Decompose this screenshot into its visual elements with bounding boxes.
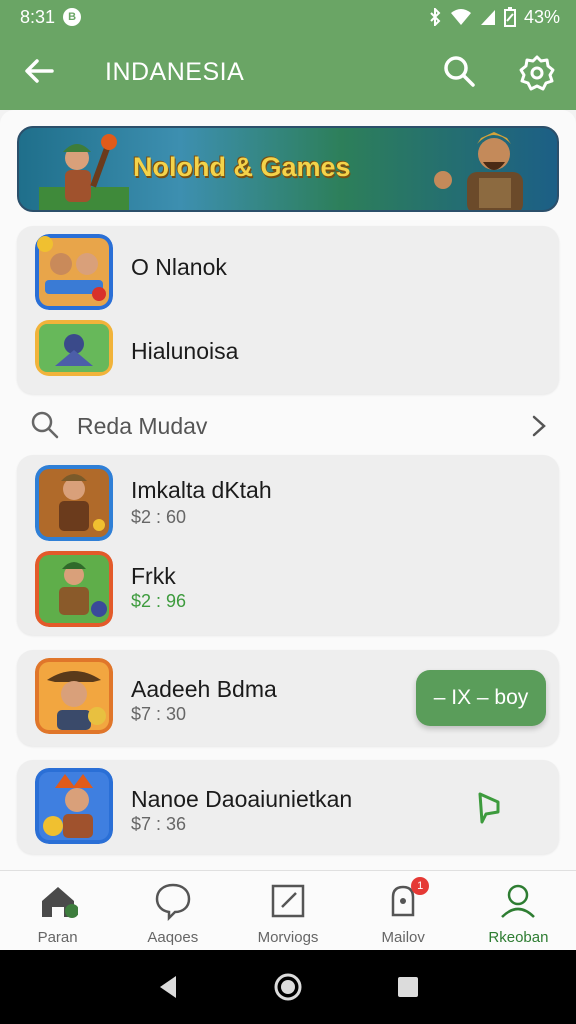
- game-title: Aadeeh Bdma: [131, 676, 277, 702]
- back-nav-icon[interactable]: [156, 974, 180, 1000]
- notification-icon: 1: [383, 877, 430, 921]
- list-item[interactable]: Imkalta dKtah $2 : 60: [17, 463, 559, 543]
- promo-banner[interactable]: Nolohd & Games: [17, 126, 559, 212]
- nav-label: Morviogs: [257, 929, 319, 946]
- nav-label: Paran: [37, 929, 78, 946]
- status-time: 8:31: [20, 6, 56, 27]
- game-price: $7 : 30: [131, 704, 187, 724]
- chat-icon[interactable]: [472, 790, 508, 826]
- game-title: Hialunoisa: [131, 338, 239, 364]
- nav-item-home[interactable]: Paran: [0, 871, 115, 950]
- section-header[interactable]: Reda Mudav: [0, 400, 576, 448]
- nav-label: Aaqoes: [147, 929, 199, 946]
- list-item[interactable]: Frkk $2 : 96: [17, 549, 559, 629]
- system-nav-bar: [0, 950, 576, 1024]
- settings-button[interactable]: [518, 54, 556, 92]
- games-card: Imkalta dKtah $2 : 60 Frkk $2 : 96: [17, 455, 559, 635]
- toolbar: INDANESIA: [0, 44, 576, 100]
- game-thumbnail: [35, 465, 113, 541]
- search-button[interactable]: [442, 54, 476, 88]
- nav-item-edit[interactable]: Morviogs: [230, 871, 345, 950]
- battery-icon: [503, 7, 516, 27]
- signal-icon: [480, 10, 495, 25]
- game-thumbnail: [35, 768, 113, 844]
- bluetooth-icon: [430, 8, 441, 26]
- featured-games-card: O Nlanok Hialunoisa: [17, 226, 559, 394]
- game-thumbnail: [35, 658, 113, 734]
- game-title: Nanoe Daoaiunietkan: [131, 786, 353, 812]
- battery-text: 43%: [523, 6, 560, 27]
- app-bar: 8:31 B 43% INDANESIA: [0, 0, 576, 110]
- game-price: $7 : 36: [131, 814, 187, 834]
- game-title: Frkk: [131, 563, 176, 589]
- search-icon: [31, 411, 59, 439]
- home-nav-icon[interactable]: [273, 972, 303, 1002]
- banner-hero-left-image: [39, 134, 129, 210]
- nav-label: Rkeoban: [488, 929, 549, 946]
- game-thumbnail: [35, 320, 113, 376]
- status-bar: 8:31 B 43%: [0, 0, 576, 34]
- nav-item-messages[interactable]: Aaqoes: [115, 871, 230, 950]
- game-title: Imkalta dKtah: [131, 477, 272, 503]
- game-price: $2 : 60: [131, 507, 187, 527]
- chat-bubble-icon: [155, 883, 191, 921]
- bottom-nav: Paran Aaqoes Morviogs 1 Mailov Rkeoban: [0, 870, 576, 950]
- nav-item-profile[interactable]: Rkeoban: [461, 871, 576, 950]
- back-button[interactable]: [22, 54, 56, 88]
- nav-label: Mailov: [381, 929, 425, 946]
- game-title: O Nlanok: [131, 254, 227, 280]
- list-item[interactable]: O Nlanok: [17, 232, 559, 312]
- games-card: Nanoe Daoaiunietkan $7 : 36: [17, 760, 559, 854]
- section-label: Reda Mudav: [77, 413, 208, 439]
- wifi-icon: [450, 9, 471, 25]
- game-thumbnail: [35, 234, 113, 310]
- chevron-right-icon[interactable]: [528, 412, 550, 440]
- game-price: $2 : 96: [131, 591, 187, 611]
- notification-icon: B: [63, 8, 82, 26]
- banner-hero-right-image: [434, 132, 523, 210]
- game-thumbnail: [35, 551, 113, 627]
- profile-icon: [501, 884, 536, 918]
- page-title: INDANESIA: [105, 58, 245, 86]
- home-icon: [41, 887, 78, 918]
- recents-nav-icon[interactable]: [396, 975, 420, 999]
- banner-title: Nolohd & Games: [133, 152, 351, 182]
- content-area: Nolohd & Games O Nlanok Hialunoisa Reda …: [0, 110, 576, 870]
- games-card: Aadeeh Bdma $7 : 30 – IX – boy: [17, 650, 559, 746]
- notification-badge: 1: [411, 877, 430, 895]
- list-item[interactable]: Hialunoisa: [17, 314, 559, 394]
- edit-icon: [271, 884, 305, 918]
- buy-button[interactable]: – IX – boy: [416, 670, 546, 726]
- nav-item-notifications[interactable]: 1 Mailov: [346, 871, 461, 950]
